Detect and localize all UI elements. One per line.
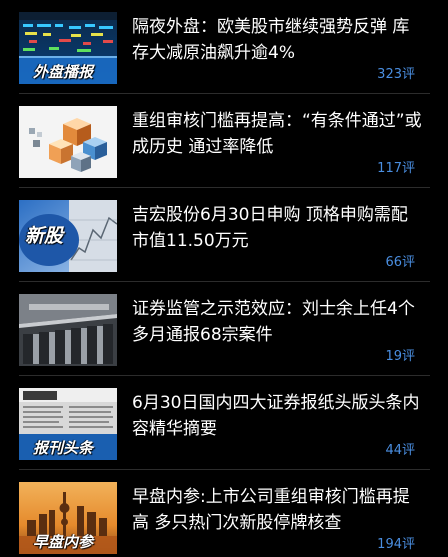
news-title[interactable]: 吉宏股份6月30日申购 顶格申购需配市值11.50万元 xyxy=(132,202,422,254)
news-item[interactable]: 早盘内参 早盘内参:上市公司重组审核门槛再提高 多只热门次新股停牌核查 194评 xyxy=(0,470,448,557)
news-item[interactable]: 外盘播报 隔夜外盘：欧美股市继续强势反弹 库存大减原油飙升逾4% 323评 xyxy=(0,0,448,94)
cubes-thumbnail xyxy=(19,106,117,178)
news-item[interactable]: 重组审核门槛再提高：“有条件通过”或成历史 通过率降低 117评 xyxy=(0,94,448,188)
newspaper-thumbnail: 报刊头条 xyxy=(19,388,117,460)
comment-count[interactable]: 44评 xyxy=(385,439,415,458)
thumbnail-caption: 外盘播报 xyxy=(33,63,94,81)
news-title[interactable]: 重组审核门槛再提高：“有条件通过”或成历史 通过率降低 xyxy=(132,108,422,160)
news-title[interactable]: 隔夜外盘：欧美股市继续强势反弹 库存大减原油飙升逾4% xyxy=(132,14,422,66)
thumbnail-caption: 早盘内参 xyxy=(33,533,94,551)
news-feed: 外盘播报 隔夜外盘：欧美股市继续强势反弹 库存大减原油飙升逾4% 323评 重组… xyxy=(0,0,448,557)
csrc-building-thumbnail xyxy=(19,294,117,366)
news-title[interactable]: 证券监管之示范效应：刘士余上任4个多月通报68宗案件 xyxy=(132,296,422,348)
comment-count[interactable]: 194评 xyxy=(377,533,415,552)
comment-count[interactable]: 66评 xyxy=(385,251,415,270)
comment-count[interactable]: 323评 xyxy=(377,63,415,82)
thumbnail-caption: 新股 xyxy=(25,225,64,247)
news-item[interactable]: 新股 吉宏股份6月30日申购 顶格申购需配市值11.50万元 66评 xyxy=(0,188,448,282)
thumbnail-caption: 报刊头条 xyxy=(33,439,94,457)
stock-board-thumbnail: 外盘播报 xyxy=(19,12,117,84)
news-item[interactable]: 报刊头条 6月30日国内四大证券报纸头版头条内容精华摘要 44评 xyxy=(0,376,448,470)
news-title[interactable]: 早盘内参:上市公司重组审核门槛再提高 多只热门次新股停牌核查 xyxy=(132,484,422,536)
news-title[interactable]: 6月30日国内四大证券报纸头版头条内容精华摘要 xyxy=(132,390,422,442)
news-item[interactable]: 证券监管之示范效应：刘士余上任4个多月通报68宗案件 19评 xyxy=(0,282,448,376)
city-skyline-thumbnail: 早盘内参 xyxy=(19,482,117,554)
new-share-thumbnail: 新股 xyxy=(19,200,117,272)
comment-count[interactable]: 117评 xyxy=(377,157,415,176)
comment-count[interactable]: 19评 xyxy=(385,345,415,364)
